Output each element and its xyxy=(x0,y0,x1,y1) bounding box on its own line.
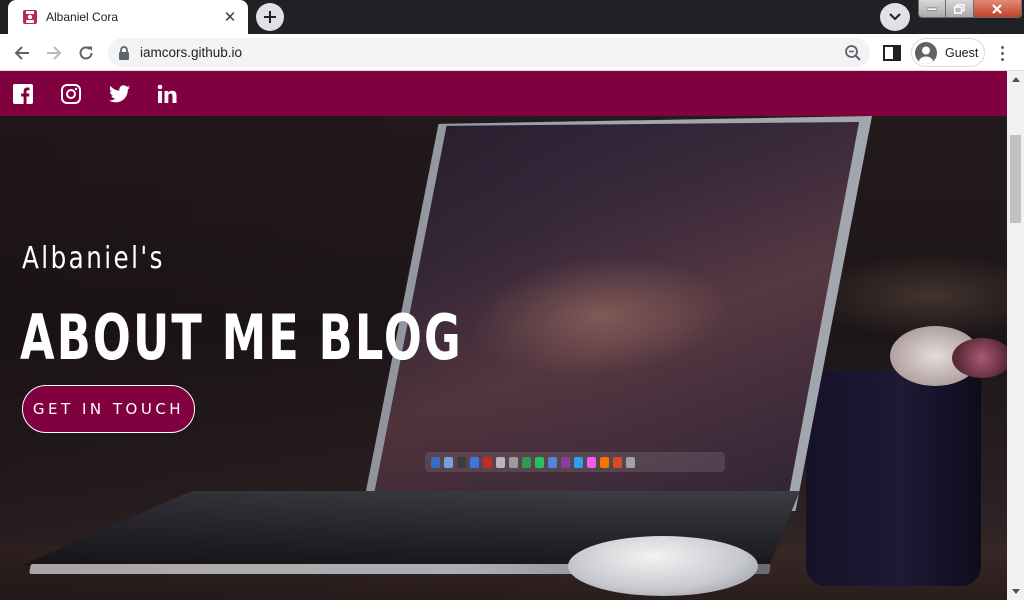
lock-icon[interactable] xyxy=(118,45,130,60)
tab-title: Albaniel Cora xyxy=(46,10,119,24)
back-arrow-icon xyxy=(14,46,29,60)
get-in-touch-button[interactable]: GET IN TOUCH xyxy=(22,385,195,433)
restore-icon xyxy=(953,3,965,14)
browser-toolbar: iamcors.github.io Guest xyxy=(0,34,1024,71)
hero-section: Albaniel's ABOUT ME BLOG GET IN TOUCH xyxy=(0,116,1007,600)
new-tab-button[interactable] xyxy=(256,3,284,31)
arrow-up-icon xyxy=(1011,77,1020,82)
back-button[interactable] xyxy=(8,39,36,67)
browser-menu-button[interactable] xyxy=(994,42,1010,64)
restore-button[interactable] xyxy=(946,0,974,17)
forward-arrow-icon xyxy=(47,46,62,60)
url-text[interactable]: iamcors.github.io xyxy=(140,45,242,60)
guest-avatar-icon xyxy=(915,41,937,64)
side-panel-icon[interactable] xyxy=(882,43,902,63)
zoom-icon[interactable] xyxy=(844,44,862,62)
browser-tab[interactable]: Albaniel Cora ✕ xyxy=(8,0,248,34)
minimize-icon xyxy=(927,7,938,11)
browser-title-bar: Albaniel Cora ✕ xyxy=(0,0,1024,34)
hero-subtitle: Albaniel's xyxy=(22,241,165,276)
close-icon xyxy=(992,3,1003,14)
profile-button[interactable]: Guest xyxy=(911,38,985,67)
tab-close-icon[interactable]: ✕ xyxy=(222,9,238,26)
hero-title: ABOUT ME BLOG xyxy=(20,301,463,374)
page-viewport: Albaniel's ABOUT ME BLOG GET IN TOUCH xyxy=(0,71,1007,600)
profile-label: Guest xyxy=(945,45,979,60)
reload-button[interactable] xyxy=(72,39,100,67)
twitter-link[interactable] xyxy=(109,71,157,116)
linkedin-icon xyxy=(157,84,177,103)
scroll-up-button[interactable] xyxy=(1007,71,1024,88)
twitter-icon xyxy=(109,84,130,102)
chevron-down-icon xyxy=(889,13,901,21)
plus-icon xyxy=(264,11,276,23)
menu-dot xyxy=(1000,45,1004,49)
reload-icon xyxy=(79,46,93,60)
menu-dot xyxy=(1000,51,1004,55)
minimize-button[interactable] xyxy=(919,0,947,17)
instagram-icon xyxy=(61,83,81,104)
social-bar xyxy=(0,71,1007,116)
facebook-link[interactable] xyxy=(13,71,61,116)
menu-dot xyxy=(1000,57,1004,61)
scroll-down-button[interactable] xyxy=(1007,583,1024,600)
address-bar[interactable]: iamcors.github.io xyxy=(108,38,870,67)
arrow-down-icon xyxy=(1011,589,1020,594)
close-window-button[interactable] xyxy=(973,0,1021,17)
scroll-thumb[interactable] xyxy=(1010,135,1021,223)
window-controls xyxy=(918,0,1022,18)
instagram-link[interactable] xyxy=(61,71,109,116)
page-scrollbar[interactable] xyxy=(1007,71,1024,600)
linkedin-link[interactable] xyxy=(157,71,205,116)
facebook-icon xyxy=(13,83,33,104)
forward-button[interactable] xyxy=(40,39,68,67)
tab-search-button[interactable] xyxy=(880,3,910,31)
profile-favicon-icon xyxy=(23,10,37,24)
